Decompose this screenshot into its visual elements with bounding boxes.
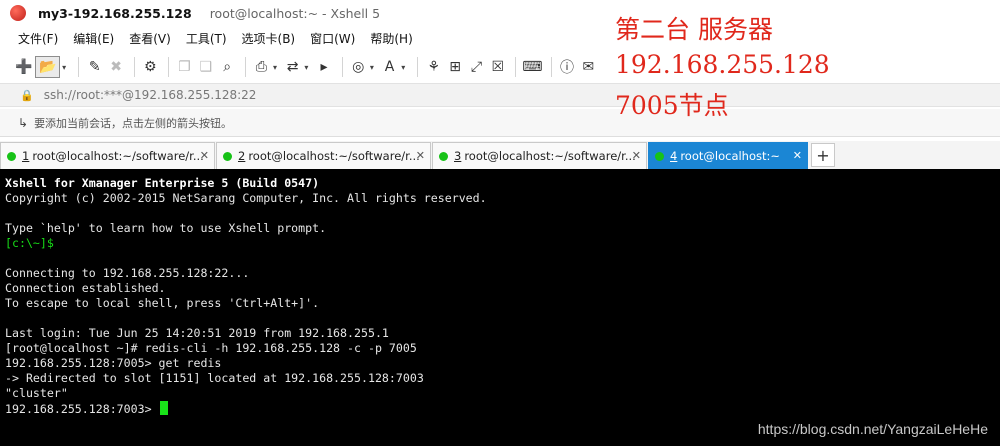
menu-edit[interactable]: 编辑(E) [73,30,114,47]
globe-dropdown-icon[interactable]: ▾ [370,63,374,72]
properties-icon[interactable]: ⚙ [141,56,160,78]
copy-icon[interactable]: ❐ [175,56,194,78]
window-title: root@localhost:~ - Xshell 5 [209,5,381,21]
tab-session-1[interactable]: 1 root@localhost:~/software/r... ✕ [0,142,215,169]
toolbar: ➕ 📂 ▾ ✎ ✖ ⚙ ❐ ❑ ⌕ ⎙ ▾ ⇄ ▾ ▸ ◎ ▾ A ▾ ⚘ ⊞ … [0,51,600,83]
lock-icon: 🔒 [20,88,34,102]
annotation-node-label: 7005节点 [615,91,729,120]
open-dropdown-icon[interactable]: ▾ [62,63,66,72]
terminal-console[interactable]: Xshell for Xmanager Enterprise 5 (Build … [0,169,1000,446]
terminal-line: -> Redirected to slot [1151] located at … [5,371,424,385]
close-tab-icon[interactable]: ✕ [416,149,425,162]
watermark: https://blog.csdn.net/YangzaiLeHeHe [757,421,988,437]
close-tab-icon[interactable]: ✕ [632,149,641,162]
toolbar-divider [133,57,135,77]
disconnect-icon[interactable]: ✎ [85,56,104,78]
terminal-line: Type `help' to learn how to use Xshell p… [5,221,327,235]
menu-file[interactable]: 文件(F) [18,30,58,47]
session-hint-text: 要添加当前会话，点击左侧的箭头按钮。 [34,116,233,130]
close-tab-icon[interactable]: ✕ [793,149,802,162]
transfer-icon[interactable]: ⇄ [283,56,302,78]
new-session-icon[interactable]: ➕ [14,56,33,78]
tab-session-4[interactable]: 4 root@localhost:~ ✕ [648,142,808,169]
toolbar-divider [417,57,419,77]
annotation-server-label: 第二台 服务器 [615,15,773,44]
connected-status-icon [655,151,664,161]
terminal-prompt-line[interactable]: 192.168.255.128:7003> [5,401,1000,416]
terminal-line: [c:\~]$ [5,236,54,250]
menu-tools[interactable]: 工具(T) [186,30,227,47]
font-dropdown-icon[interactable]: ▾ [401,63,405,72]
toolbar-divider [515,57,517,77]
script-icon[interactable]: ▸ [314,56,333,78]
globe-icon[interactable]: ◎ [349,56,368,78]
terminal-line: "cluster" [5,386,68,400]
menu-window[interactable]: 窗口(W) [310,30,355,47]
toolbar-divider [341,57,343,77]
menu-view[interactable]: 查看(V) [129,30,171,47]
chat-icon[interactable]: ✉ [579,56,598,78]
menu-bar: 文件(F) 编辑(E) 查看(V) 工具(T) 选项卡(B) 窗口(W) 帮助(… [0,27,428,49]
terminal-line: Last login: Tue Jun 25 14:20:51 2019 fro… [5,326,389,340]
tab-session-2[interactable]: 2 root@localhost:~/software/r... ✕ [216,142,431,169]
tile-icon[interactable]: ⊞ [445,56,464,78]
new-tab-button[interactable]: + [811,143,835,167]
address-bar: 🔒 ssh://root:***@192.168.255.128:22 [0,83,1000,107]
terminal-line: To escape to local shell, press 'Ctrl+Al… [5,296,320,310]
session-hint-bar: ↳ 要添加当前会话，点击左侧的箭头按钮。 [0,109,1000,137]
toolbar-divider [167,57,169,77]
transfer-dropdown-icon[interactable]: ▾ [304,63,308,72]
tab-session-3[interactable]: 3 root@localhost:~/software/r... ✕ [432,142,647,169]
terminal-line: 192.168.255.128:7005> get redis [5,356,222,370]
tab-label: 1 root@localhost:~/software/r... [22,149,204,163]
paste-icon[interactable]: ❑ [196,56,215,78]
xshell-logo-icon [10,5,26,21]
tab-bar: 1 root@localhost:~/software/r... ✕ 2 root@… [0,141,1000,169]
open-folder-icon[interactable]: 📂 [35,56,61,78]
xftp-icon[interactable]: ⚘ [424,56,443,78]
terminal-line: Xshell for Xmanager Enterprise 5 (Build … [5,176,320,190]
add-session-arrow-icon[interactable]: ↳ [18,116,28,130]
toolbar-divider [78,57,80,77]
reconnect-icon[interactable]: ✖ [106,56,125,78]
connected-status-icon [223,151,232,161]
tab-label: 4 root@localhost:~ [670,149,781,163]
tab-label: 3 root@localhost:~/software/r... [454,149,636,163]
address-input[interactable]: ssh://root:***@192.168.255.128:22 [44,88,257,102]
fullscreen-icon[interactable]: ⤢ [467,56,486,78]
find-icon[interactable]: ⌕ [217,56,236,78]
print-icon[interactable]: ⎙ [252,56,271,78]
terminal-line: [root@localhost ~]# redis-cli -h 192.168… [5,341,417,355]
annotation-ip-label: 192.168.255.128 [615,50,830,79]
terminal-prompt: 192.168.255.128:7003> [5,402,159,416]
close-tab-icon[interactable]: ✕ [200,149,209,162]
terminal-line: Connecting to 192.168.255.128:22... [5,266,250,280]
print-dropdown-icon[interactable]: ▾ [273,63,277,72]
toolbar-divider [550,57,552,77]
help-icon[interactable]: ⓘ [557,56,576,78]
terminal-cursor [159,401,168,415]
lock-icon[interactable]: ☒ [488,56,507,78]
connected-status-icon [7,151,16,161]
title-bar: my3-192.168.255.128 root@localhost:~ - X… [0,0,1000,26]
connected-status-icon [439,151,448,161]
toolbar-divider [244,57,246,77]
window-session-title: my3-192.168.255.128 [38,5,192,21]
keyboard-icon[interactable]: ⌨ [522,56,542,78]
terminal-line: Connection established. [5,281,166,295]
font-icon[interactable]: A [380,56,399,78]
terminal-line: Copyright (c) 2002-2015 NetSarang Comput… [5,191,487,205]
tab-label: 2 root@localhost:~/software/r... [238,149,420,163]
menu-help[interactable]: 帮助(H) [370,30,412,47]
menu-tab[interactable]: 选项卡(B) [242,30,296,47]
